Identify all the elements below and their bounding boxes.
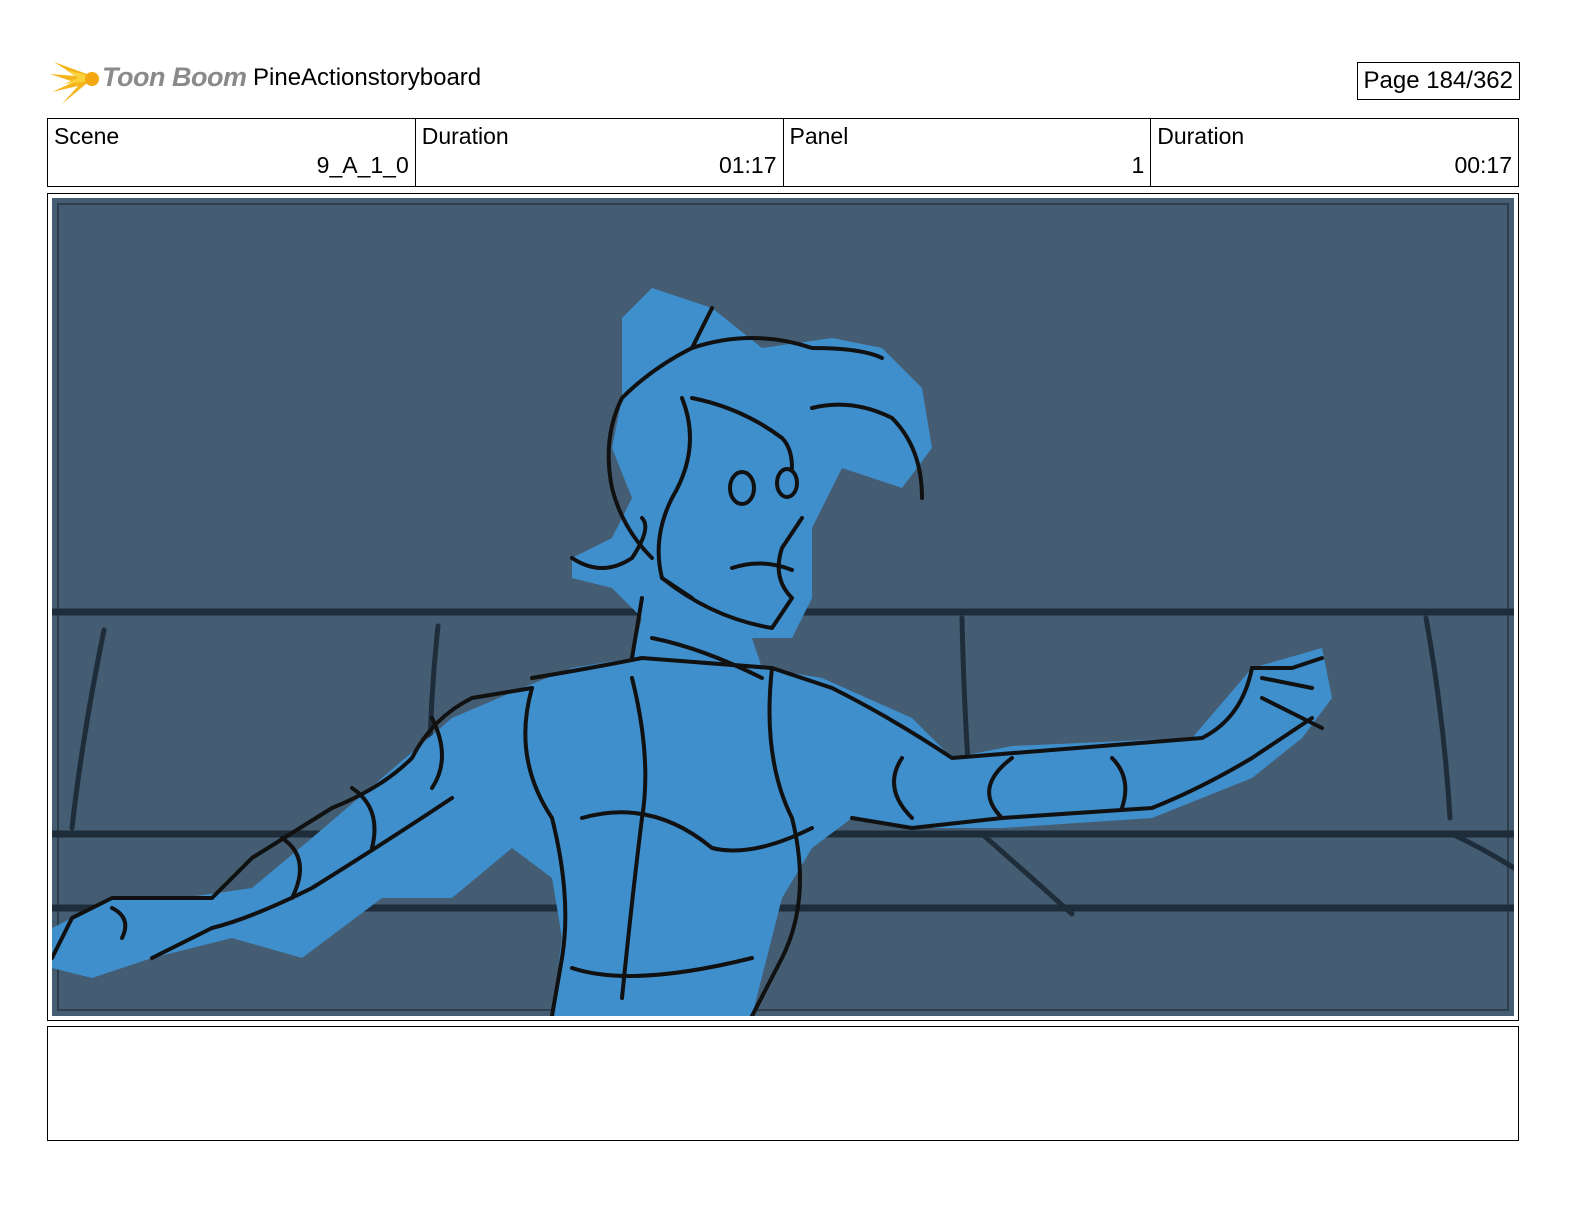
- panel-duration-label: Duration: [1157, 123, 1245, 149]
- panel-duration-value: 00:17: [1454, 152, 1512, 178]
- page-header: Toon Boom PineActionstoryboard Page 184/…: [48, 52, 1520, 108]
- toon-boom-logo: Toon Boom: [48, 52, 247, 108]
- storyboard-panel-frame: [47, 193, 1519, 1021]
- scene-duration-cell: Duration 01:17: [416, 119, 784, 186]
- panel-cell: Panel 1: [784, 119, 1152, 186]
- storyboard-sketch-icon: [52, 198, 1514, 1016]
- starburst-logo-icon: [50, 62, 99, 104]
- page-indicator: Page 184/362: [1356, 62, 1520, 100]
- project-title: PineActionstoryboard: [253, 64, 482, 91]
- panel-notes-box: [47, 1026, 1519, 1141]
- scene-label: Scene: [54, 123, 120, 149]
- storyboard-panel-image: [52, 198, 1514, 1016]
- panel-duration-cell: Duration 00:17: [1151, 119, 1518, 186]
- scene-duration-value: 01:17: [718, 152, 777, 178]
- panel-value: 1: [1131, 152, 1145, 178]
- scene-cell: Scene 9_A_1_0: [48, 119, 416, 186]
- panel-label: Panel: [789, 123, 849, 149]
- logo-text: Toon Boom: [102, 62, 247, 92]
- scene-duration-label: Duration: [421, 123, 509, 149]
- scene-value: 9_A_1_0: [316, 152, 409, 178]
- scene-info-table: Scene 9_A_1_0 Duration 01:17 Panel 1 Dur…: [47, 118, 1519, 187]
